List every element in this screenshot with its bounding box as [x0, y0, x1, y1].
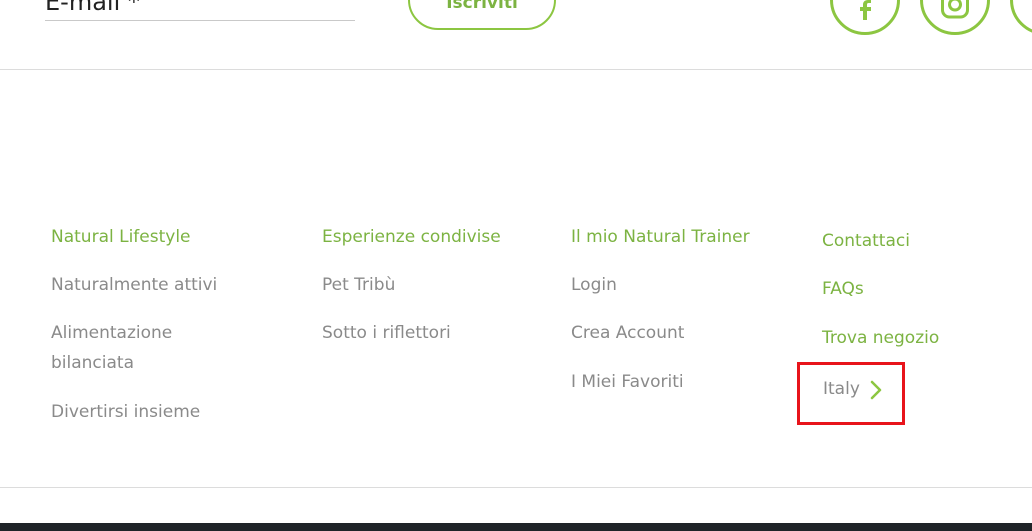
footer-link-divertirsi-insieme[interactable]: Divertirsi insieme [51, 397, 200, 427]
subscribe-button[interactable]: Iscriviti [408, 0, 556, 30]
footer-divider-top [0, 69, 1032, 70]
footer-heading-esperienze-condivise[interactable]: Esperienze condivise [322, 226, 501, 248]
footer-link-pet-tribu[interactable]: Pet Tribù [322, 270, 395, 300]
footer-link-sotto-i-riflettori[interactable]: Sotto i riflettori [322, 318, 451, 348]
footer-link-naturalmente-attivi[interactable]: Naturalmente attivi [51, 270, 217, 300]
footer-heading-natural-trainer[interactable]: Il mio Natural Trainer [571, 226, 750, 248]
country-selector[interactable]: Italy [823, 377, 882, 401]
footer-link-alimentazione-bilanciata[interactable]: Alimentazione bilanciata [51, 318, 201, 378]
instagram-button[interactable] [920, 0, 990, 35]
bottom-bar [0, 523, 1032, 531]
footer-link-login[interactable]: Login [571, 270, 617, 300]
footer-link-trova-negozio[interactable]: Trova negozio [822, 327, 939, 349]
footer-heading-natural-lifestyle[interactable]: Natural Lifestyle [51, 226, 191, 248]
facebook-button[interactable] [830, 0, 900, 35]
country-label: Italy [823, 379, 860, 399]
footer-divider-bottom [0, 487, 1032, 488]
footer-link-crea-account[interactable]: Crea Account [571, 318, 684, 348]
email-label: E-mail * [45, 0, 140, 16]
instagram-icon [941, 0, 969, 19]
social-button-partial[interactable] [1010, 0, 1032, 35]
footer-link-faqs[interactable]: FAQs [822, 278, 864, 300]
footer-link-contattaci[interactable]: Contattaci [822, 230, 910, 252]
footer-link-miei-favoriti[interactable]: I Miei Favoriti [571, 367, 684, 397]
facebook-icon [860, 0, 871, 20]
email-field[interactable]: E-mail * [45, 0, 355, 21]
footer-page: E-mail * Iscriviti Natural Lifestyle Nat… [0, 0, 1032, 531]
chevron-right-icon [870, 380, 882, 400]
